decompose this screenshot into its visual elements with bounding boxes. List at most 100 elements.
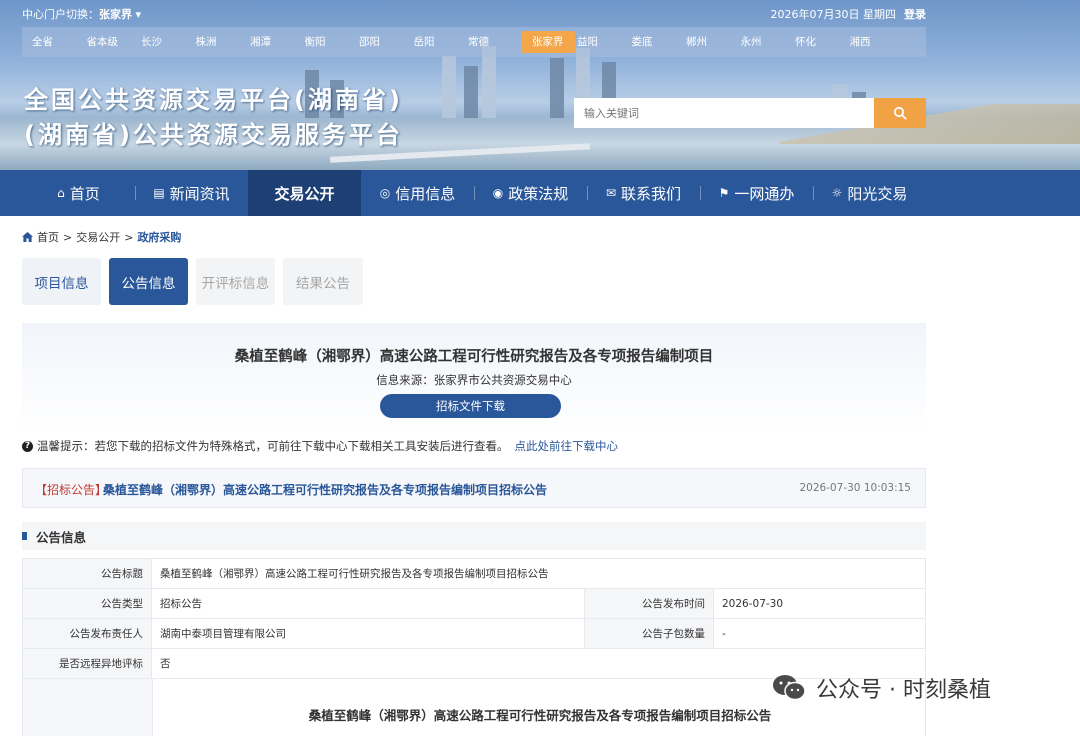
city-item[interactable]: 永州 <box>739 31 794 53</box>
nav-item-label: 阳光交易 <box>847 184 908 203</box>
city-switcher: 全省 省本级 长沙 株洲 湘潭 衡阳 邵阳 岳阳 常德 张家界 益阳 娄底 郴州 永州 怀化 湘西 <box>22 27 926 57</box>
nav-item[interactable]: ▤ 新闻资讯 <box>135 170 248 216</box>
portal-switch-label: 中心门户切换： <box>22 8 99 21</box>
table-row: 公告类型 招标公告 公告发布时间 2026-07-30 <box>22 588 926 619</box>
city-item[interactable]: 张家界 <box>520 31 575 53</box>
section-title: 公告信息 <box>36 529 87 545</box>
wechat-icon <box>773 675 806 701</box>
publish-time-value: 2026-07-30 <box>713 588 926 619</box>
site-title-line1: 全国公共资源交易平台(湖南省) <box>24 86 403 114</box>
sub-tabs: 项目信息 公告信息 开评标信息 结果公告 <box>22 258 371 305</box>
skyline-building <box>442 56 456 118</box>
nav-item[interactable]: ☼ 阳光交易 <box>813 170 926 216</box>
search-button[interactable] <box>874 98 926 128</box>
download-tender-button[interactable]: 招标文件下载 <box>380 394 561 418</box>
home-icon <box>22 232 33 242</box>
nav-item[interactable]: ◎ 信用信息 <box>361 170 474 216</box>
header-banner: 中心门户切换：张家界 ▾ 2026年07月30日 星期四 登录 全省 省本级 长沙 株洲… <box>0 0 1080 170</box>
notice-row[interactable]: 【招标公告】 桑植至鹤峰（湘鄂界）高速公路工程可行性研究报告及各专项报告编制项目… <box>22 468 926 508</box>
city-item[interactable]: 衡阳 <box>303 31 358 53</box>
announcement-body-label-cell <box>23 679 153 736</box>
nav-item-label: 联系我们 <box>621 184 682 203</box>
city-item[interactable]: 岳阳 <box>412 31 467 53</box>
breadcrumb-level2[interactable]: 交易公开 <box>76 229 120 245</box>
announcement-title-label: 公告标题 <box>22 558 152 589</box>
search-input[interactable] <box>574 98 874 128</box>
nav-item[interactable]: ⚑ 一网通办 <box>700 170 813 216</box>
publish-time-label: 公告发布时间 <box>584 588 714 619</box>
news-icon: ▤ <box>153 186 165 200</box>
subpackage-label: 公告子包数量 <box>584 618 714 649</box>
city-item[interactable]: 益阳 <box>575 31 630 53</box>
skyline-building <box>464 66 478 118</box>
main-nav-items: ⌂ 首页 ▤ 新闻资讯 交易公开 ◎ 信用信息 ◉ 政策法规 ✉ 联系我们 ⚑ 一网通办 ☼ 阳光交易 <box>22 170 926 216</box>
responsible-value: 湖南中泰项目管理有限公司 <box>151 618 585 649</box>
watermark-text: 公众号 · 时刻桑植 <box>816 678 991 703</box>
section-header: 公告信息 <box>22 522 926 550</box>
sub-tab[interactable]: 公告信息 <box>109 258 188 305</box>
notice-tag: 【招标公告】 <box>35 483 108 497</box>
announcement-title-value: 桑植至鹤峰（湘鄂界）高速公路工程可行性研究报告及各专项报告编制项目招标公告 <box>151 558 926 589</box>
service-icon: ⚑ <box>718 186 730 200</box>
remote-review-label: 是否远程异地评标 <box>22 648 152 679</box>
section-marker <box>22 532 27 540</box>
breadcrumb-home[interactable]: 首页 <box>37 229 59 245</box>
nav-item[interactable]: ⌂ 首页 <box>22 170 135 216</box>
announcement-body-title: 桑植至鹤峰（湘鄂界）高速公路工程可行性研究报告及各专项报告编制项目招标公告 <box>308 708 772 723</box>
policy-icon: ◉ <box>492 186 504 200</box>
download-center-link[interactable]: 点此处前往下载中心 <box>515 438 619 454</box>
project-source: 信息来源：张家界市公共资源交易中心 <box>376 373 572 387</box>
portal-switch[interactable]: 中心门户切换：张家界 ▾ <box>22 6 141 22</box>
info-icon: ? <box>22 440 33 452</box>
search-box <box>574 98 926 128</box>
city-item[interactable]: 省本级 <box>85 31 140 53</box>
table-row: 公告发布责任人 湖南中泰项目管理有限公司 公告子包数量 - <box>22 618 926 649</box>
nav-item[interactable]: 交易公开 <box>248 170 361 216</box>
city-item[interactable]: 娄底 <box>630 31 685 53</box>
responsible-label: 公告发布责任人 <box>22 618 152 649</box>
city-item[interactable]: 怀化 <box>793 31 848 53</box>
top-info-bar: 中心门户切换：张家界 ▾ 2026年07月30日 星期四 登录 <box>22 6 926 22</box>
skyline-building <box>550 58 564 118</box>
chevron-down-icon: ▾ <box>135 8 142 21</box>
nav-item-label: 新闻资讯 <box>169 184 230 203</box>
portal-current-city: 张家界 <box>99 8 132 21</box>
credit-icon: ◎ <box>379 186 391 200</box>
site-title-line2: (湖南省)公共资源交易服务平台 <box>24 121 403 149</box>
tip-bar: ? 温馨提示：若您下载的招标文件为特殊格式，可前往下载中心下载相关工具安装后进行… <box>22 438 618 454</box>
city-item[interactable]: 长沙 <box>139 31 194 53</box>
breadcrumb-separator: > <box>124 230 134 244</box>
sunshine-icon: ☼ <box>831 186 843 200</box>
nav-item-label: 首页 <box>69 184 100 203</box>
nav-item-label: 交易公开 <box>274 184 335 203</box>
project-title: 桑植至鹤峰（湘鄂界）高速公路工程可行性研究报告及各专项报告编制项目 <box>234 349 714 365</box>
sub-tab[interactable]: 结果公告 <box>283 258 363 305</box>
city-item[interactable]: 邵阳 <box>357 31 412 53</box>
nav-item[interactable]: ✉ 联系我们 <box>587 170 700 216</box>
watermark: 公众号 · 时刻桑植 <box>772 672 991 704</box>
nav-item-label: 信用信息 <box>395 184 456 203</box>
notice-datetime: 2026-07-30 10:03:15 <box>799 482 911 494</box>
table-row: 公告标题 桑植至鹤峰（湘鄂界）高速公路工程可行性研究报告及各专项报告编制项目招标… <box>22 558 926 589</box>
breadcrumb-separator: > <box>63 230 73 244</box>
login-link[interactable]: 登录 <box>904 8 926 21</box>
nav-item-label: 一网通办 <box>734 184 795 203</box>
sub-tab[interactable]: 项目信息 <box>22 258 101 305</box>
sub-tab[interactable]: 开评标信息 <box>196 258 275 305</box>
city-item[interactable]: 全省 <box>30 31 85 53</box>
city-item[interactable]: 株洲 <box>194 31 249 53</box>
date-area: 2026年07月30日 星期四 登录 <box>771 6 927 22</box>
city-item[interactable]: 常德 <box>466 31 521 53</box>
home-icon: ⌂ <box>57 186 65 200</box>
announcement-type-label: 公告类型 <box>22 588 152 619</box>
city-item[interactable]: 湘西 <box>848 31 903 53</box>
search-icon <box>893 106 907 120</box>
announcement-info-table: 公告标题 桑植至鹤峰（湘鄂界）高速公路工程可行性研究报告及各专项报告编制项目招标… <box>22 558 926 679</box>
city-item[interactable]: 郴州 <box>684 31 739 53</box>
city-item[interactable]: 湘潭 <box>248 31 303 53</box>
notice-title[interactable]: 桑植至鹤峰（湘鄂界）高速公路工程可行性研究报告及各专项报告编制项目招标公告 <box>103 481 547 498</box>
nav-item[interactable]: ◉ 政策法规 <box>474 170 587 216</box>
announcement-type-value: 招标公告 <box>151 588 585 619</box>
main-nav: ⌂ 首页 ▤ 新闻资讯 交易公开 ◎ 信用信息 ◉ 政策法规 ✉ 联系我们 ⚑ 一网通办 ☼ 阳光交易 <box>0 170 1080 216</box>
current-date: 2026年07月30日 星期四 <box>770 8 897 21</box>
